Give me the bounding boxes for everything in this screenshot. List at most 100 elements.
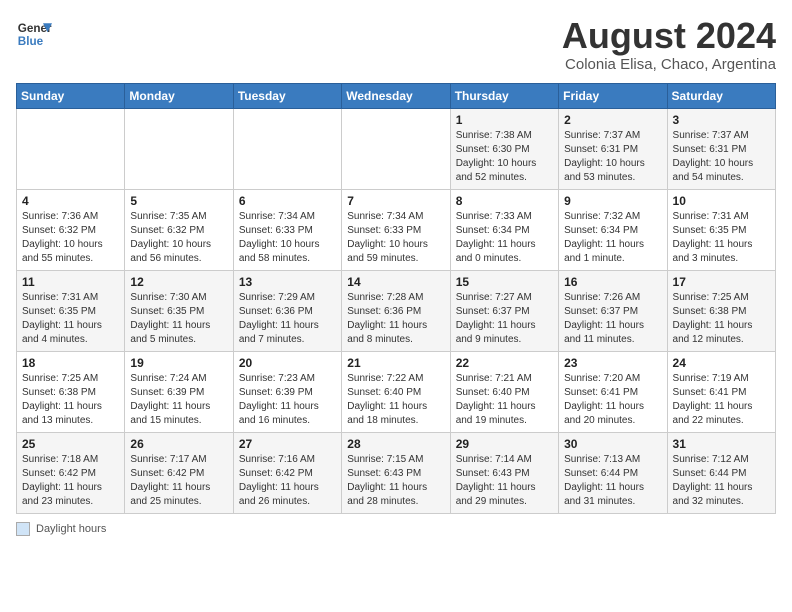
- logo: General Blue: [16, 16, 52, 52]
- day-number: 6: [239, 194, 336, 208]
- day-number: 23: [564, 356, 661, 370]
- calendar-cell: 31 Sunrise: 7:12 AM Sunset: 6:44 PM Dayli…: [667, 432, 775, 513]
- day-number: 29: [456, 437, 553, 451]
- day-number: 16: [564, 275, 661, 289]
- calendar-table: SundayMondayTuesdayWednesdayThursdayFrid…: [16, 83, 776, 514]
- calendar-cell: 2 Sunrise: 7:37 AM Sunset: 6:31 PM Daylig…: [559, 108, 667, 189]
- day-info: Sunrise: 7:32 AM Sunset: 6:34 PM Dayligh…: [564, 210, 661, 266]
- calendar-day-header: Monday: [125, 83, 233, 108]
- calendar-cell: 30Sunrise: 7:13 AM Sunset: 6:44 PM Dayli…: [559, 432, 667, 513]
- day-number: 2: [564, 113, 661, 127]
- day-info: Sunrise: 7:24 AM Sunset: 6:39 PM Dayligh…: [130, 372, 227, 428]
- calendar-cell: 21 Sunrise: 7:22 AM Sunset: 6:40 PM Dayli…: [342, 351, 450, 432]
- day-info: Sunrise: 7:31 AM Sunset: 6:35 PM Dayligh…: [22, 291, 119, 347]
- day-number: 18: [22, 356, 119, 370]
- calendar-cell: 7Sunrise: 7:34 AM Sunset: 6:33 PM Daylig…: [342, 189, 450, 270]
- calendar-cell: 23 Sunrise: 7:20 AM Sunset: 6:41 PM Dayli…: [559, 351, 667, 432]
- day-number: 10: [673, 194, 770, 208]
- calendar-week-row: 1Sunrise: 7:38 AM Sunset: 6:30 PM Daylig…: [17, 108, 776, 189]
- calendar-day-header: Thursday: [450, 83, 558, 108]
- calendar-day-header: Sunday: [17, 83, 125, 108]
- day-info: Sunrise: 7:27 AM Sunset: 6:37 PM Dayligh…: [456, 291, 553, 347]
- calendar-week-row: 18 Sunrise: 7:25 AM Sunset: 6:38 PM Dayli…: [17, 351, 776, 432]
- day-info: Sunrise: 7:22 AM Sunset: 6:40 PM Dayligh…: [347, 372, 444, 428]
- day-info: Sunrise: 7:18 AM Sunset: 6:42 PM Dayligh…: [22, 453, 119, 509]
- calendar-cell: [342, 108, 450, 189]
- day-number: 12: [130, 275, 227, 289]
- day-number: 7: [347, 194, 444, 208]
- day-info: Sunrise: 7:16 AM Sunset: 6:42 PM Dayligh…: [239, 453, 336, 509]
- day-number: 3: [673, 113, 770, 127]
- day-info: Sunrise: 7:21 AM Sunset: 6:40 PM Dayligh…: [456, 372, 553, 428]
- calendar-cell: 14Sunrise: 7:28 AM Sunset: 6:36 PM Dayli…: [342, 270, 450, 351]
- calendar-cell: 9Sunrise: 7:32 AM Sunset: 6:34 PM Daylig…: [559, 189, 667, 270]
- month-title: August 2024: [562, 16, 776, 56]
- day-number: 13: [239, 275, 336, 289]
- day-info: Sunrise: 7:29 AM Sunset: 6:36 PM Dayligh…: [239, 291, 336, 347]
- day-info: Sunrise: 7:23 AM Sunset: 6:39 PM Dayligh…: [239, 372, 336, 428]
- calendar-cell: 3Sunrise: 7:37 AM Sunset: 6:31 PM Daylig…: [667, 108, 775, 189]
- calendar-cell: [125, 108, 233, 189]
- day-info: Sunrise: 7:12 AM Sunset: 6:44 PM Dayligh…: [673, 453, 770, 509]
- day-number: 11: [22, 275, 119, 289]
- calendar-cell: 24 Sunrise: 7:19 AM Sunset: 6:41 PM Dayli…: [667, 351, 775, 432]
- calendar-week-row: 25Sunrise: 7:18 AM Sunset: 6:42 PM Dayli…: [17, 432, 776, 513]
- day-number: 19: [130, 356, 227, 370]
- day-info: Sunrise: 7:33 AM Sunset: 6:34 PM Dayligh…: [456, 210, 553, 266]
- calendar-footer: Daylight hours: [16, 522, 776, 536]
- calendar-cell: 28Sunrise: 7:15 AM Sunset: 6:43 PM Dayli…: [342, 432, 450, 513]
- calendar-cell: 5 Sunrise: 7:35 AM Sunset: 6:32 PM Daylig…: [125, 189, 233, 270]
- day-number: 26: [130, 437, 227, 451]
- day-info: Sunrise: 7:17 AM Sunset: 6:42 PM Dayligh…: [130, 453, 227, 509]
- calendar-header-row: SundayMondayTuesdayWednesdayThursdayFrid…: [17, 83, 776, 108]
- day-number: 24: [673, 356, 770, 370]
- day-info: Sunrise: 7:25 AM Sunset: 6:38 PM Dayligh…: [22, 372, 119, 428]
- title-block: August 2024 Colonia Elisa, Chaco, Argent…: [562, 16, 776, 73]
- day-number: 8: [456, 194, 553, 208]
- calendar-cell: 26 Sunrise: 7:17 AM Sunset: 6:42 PM Dayli…: [125, 432, 233, 513]
- location-title: Colonia Elisa, Chaco, Argentina: [562, 56, 776, 73]
- page-header: General Blue August 2024 Colonia Elisa, …: [16, 16, 776, 73]
- calendar-cell: 10Sunrise: 7:31 AM Sunset: 6:35 PM Dayli…: [667, 189, 775, 270]
- calendar-day-header: Tuesday: [233, 83, 341, 108]
- day-info: Sunrise: 7:19 AM Sunset: 6:41 PM Dayligh…: [673, 372, 770, 428]
- day-info: Sunrise: 7:28 AM Sunset: 6:36 PM Dayligh…: [347, 291, 444, 347]
- day-number: 17: [673, 275, 770, 289]
- day-info: Sunrise: 7:14 AM Sunset: 6:43 PM Dayligh…: [456, 453, 553, 509]
- calendar-cell: 25Sunrise: 7:18 AM Sunset: 6:42 PM Dayli…: [17, 432, 125, 513]
- day-number: 30: [564, 437, 661, 451]
- calendar-cell: 4 Sunrise: 7:36 AM Sunset: 6:32 PM Daylig…: [17, 189, 125, 270]
- calendar-day-header: Wednesday: [342, 83, 450, 108]
- day-number: 31: [673, 437, 770, 451]
- calendar-cell: 29 Sunrise: 7:14 AM Sunset: 6:43 PM Dayli…: [450, 432, 558, 513]
- calendar-cell: 1Sunrise: 7:38 AM Sunset: 6:30 PM Daylig…: [450, 108, 558, 189]
- day-number: 4: [22, 194, 119, 208]
- calendar-cell: 17Sunrise: 7:25 AM Sunset: 6:38 PM Dayli…: [667, 270, 775, 351]
- calendar-cell: 18 Sunrise: 7:25 AM Sunset: 6:38 PM Dayli…: [17, 351, 125, 432]
- svg-text:Blue: Blue: [18, 35, 44, 48]
- calendar-cell: 16Sunrise: 7:26 AM Sunset: 6:37 PM Dayli…: [559, 270, 667, 351]
- calendar-cell: 12 Sunrise: 7:30 AM Sunset: 6:35 PM Dayli…: [125, 270, 233, 351]
- day-info: Sunrise: 7:35 AM Sunset: 6:32 PM Dayligh…: [130, 210, 227, 266]
- day-number: 20: [239, 356, 336, 370]
- calendar-week-row: 11 Sunrise: 7:31 AM Sunset: 6:35 PM Dayli…: [17, 270, 776, 351]
- day-info: Sunrise: 7:37 AM Sunset: 6:31 PM Dayligh…: [564, 129, 661, 185]
- calendar-cell: 13 Sunrise: 7:29 AM Sunset: 6:36 PM Dayli…: [233, 270, 341, 351]
- calendar-cell: 15Sunrise: 7:27 AM Sunset: 6:37 PM Dayli…: [450, 270, 558, 351]
- calendar-cell: 20 Sunrise: 7:23 AM Sunset: 6:39 PM Dayli…: [233, 351, 341, 432]
- legend-label: Daylight hours: [36, 523, 106, 535]
- calendar-cell: 6 Sunrise: 7:34 AM Sunset: 6:33 PM Daylig…: [233, 189, 341, 270]
- day-info: Sunrise: 7:34 AM Sunset: 6:33 PM Dayligh…: [239, 210, 336, 266]
- calendar-cell: 8 Sunrise: 7:33 AM Sunset: 6:34 PM Daylig…: [450, 189, 558, 270]
- logo-icon: General Blue: [16, 16, 52, 52]
- day-number: 22: [456, 356, 553, 370]
- calendar-day-header: Saturday: [667, 83, 775, 108]
- day-number: 5: [130, 194, 227, 208]
- day-number: 28: [347, 437, 444, 451]
- day-info: Sunrise: 7:36 AM Sunset: 6:32 PM Dayligh…: [22, 210, 119, 266]
- day-number: 27: [239, 437, 336, 451]
- calendar-cell: [233, 108, 341, 189]
- day-number: 21: [347, 356, 444, 370]
- day-info: Sunrise: 7:20 AM Sunset: 6:41 PM Dayligh…: [564, 372, 661, 428]
- day-info: Sunrise: 7:30 AM Sunset: 6:35 PM Dayligh…: [130, 291, 227, 347]
